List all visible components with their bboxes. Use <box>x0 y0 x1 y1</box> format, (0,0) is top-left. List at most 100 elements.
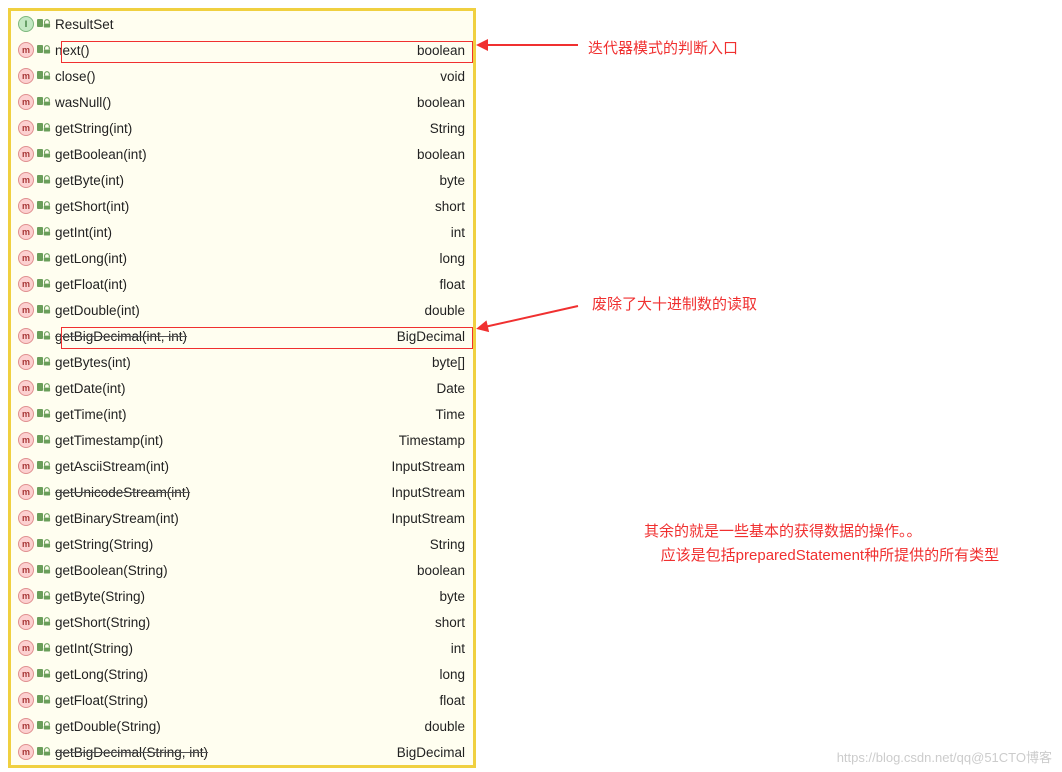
method-icon: m <box>17 145 35 163</box>
visibility-icon <box>37 123 51 133</box>
return-type: boolean <box>417 147 467 162</box>
return-type: int <box>451 225 467 240</box>
return-type: InputStream <box>391 485 467 500</box>
method-row[interactable]: mgetFloat(String)float <box>11 687 473 713</box>
method-name: getFloat(String) <box>55 693 148 708</box>
method-name: getBinaryStream(int) <box>55 511 179 526</box>
return-type: long <box>439 251 467 266</box>
visibility-icon <box>37 513 51 523</box>
method-name: getString(int) <box>55 121 132 136</box>
return-type: Time <box>436 407 468 422</box>
method-name: getShort(String) <box>55 615 150 630</box>
method-row[interactable]: mgetBytes(int)byte[] <box>11 349 473 375</box>
method-icon: m <box>17 379 35 397</box>
method-row[interactable]: m getShort(String) short <box>11 609 473 635</box>
method-row[interactable]: mclose()void <box>11 63 473 89</box>
method-name: getBytes(int) <box>55 355 131 370</box>
visibility-icon <box>37 617 51 627</box>
visibility-icon <box>37 149 51 159</box>
return-type: Date <box>436 381 467 396</box>
return-type: String <box>430 537 467 552</box>
method-name: getString(String) <box>55 537 153 552</box>
visibility-icon <box>37 747 51 757</box>
method-row[interactable]: mwasNull()boolean <box>11 89 473 115</box>
return-type: byte <box>439 173 467 188</box>
method-icon: m <box>17 613 35 631</box>
visibility-icon <box>37 201 51 211</box>
return-type: Timestamp <box>399 433 467 448</box>
method-row[interactable]: mgetDouble(int)double <box>11 297 473 323</box>
method-row[interactable]: mgetShort(int)short <box>11 193 473 219</box>
visibility-icon <box>37 279 51 289</box>
interface-row[interactable]: I ResultSet <box>11 11 473 37</box>
method-icon: m <box>17 171 35 189</box>
method-row[interactable]: mgetBoolean(String)boolean <box>11 557 473 583</box>
method-row[interactable]: m getTime(int) Time <box>11 401 473 427</box>
return-type: float <box>439 693 467 708</box>
return-type: double <box>424 303 467 318</box>
method-name: getTime(int) <box>55 407 127 422</box>
method-name: getBigDecimal(int, int) <box>55 329 187 344</box>
method-row[interactable]: mgetBigDecimal(int, int)BigDecimal <box>11 323 473 349</box>
method-row[interactable]: mgetBinaryStream(int)InputStream <box>11 505 473 531</box>
visibility-icon <box>37 97 51 107</box>
visibility-icon <box>37 539 51 549</box>
method-icon: m <box>17 405 35 423</box>
method-row[interactable]: mgetInt(int)int <box>11 219 473 245</box>
method-row[interactable]: mgetDouble(String)double <box>11 713 473 739</box>
return-type: float <box>439 277 467 292</box>
visibility-icon <box>37 643 51 653</box>
structure-panel[interactable]: I ResultSet mnext()booleanmclose()voidmw… <box>8 8 476 768</box>
return-type: long <box>439 667 467 682</box>
visibility-icon <box>37 175 51 185</box>
method-row[interactable]: m getLong(int) long <box>11 245 473 271</box>
method-name: getLong(int) <box>55 251 127 266</box>
method-name: wasNull() <box>55 95 111 110</box>
visibility-icon <box>37 695 51 705</box>
method-icon: m <box>17 249 35 267</box>
method-row[interactable]: mgetAsciiStream(int)InputStream <box>11 453 473 479</box>
visibility-icon <box>37 19 51 29</box>
method-icon: m <box>17 561 35 579</box>
visibility-icon <box>37 305 51 315</box>
return-type: String <box>430 121 467 136</box>
arrow-2 <box>470 296 585 336</box>
method-row[interactable]: mgetDate(int)Date <box>11 375 473 401</box>
visibility-icon <box>37 331 51 341</box>
method-icon: m <box>17 353 35 371</box>
method-row[interactable]: m getTimestamp(int) Timestamp <box>11 427 473 453</box>
method-row[interactable]: mgetString(int)String <box>11 115 473 141</box>
method-icon: m <box>17 41 35 59</box>
method-icon: m <box>17 431 35 449</box>
method-name: getLong(String) <box>55 667 148 682</box>
method-row[interactable]: mgetBigDecimal(String, int)BigDecimal <box>11 739 473 765</box>
method-name: getTimestamp(int) <box>55 433 163 448</box>
method-row[interactable]: mgetInt(String)int <box>11 635 473 661</box>
method-row[interactable]: mgetByte(String)byte <box>11 583 473 609</box>
method-name: getByte(int) <box>55 173 124 188</box>
method-name: getByte(String) <box>55 589 145 604</box>
return-type: short <box>435 615 467 630</box>
method-icon: m <box>17 327 35 345</box>
method-row[interactable]: m getByte(int) byte <box>11 167 473 193</box>
method-row[interactable]: mgetBoolean(int)boolean <box>11 141 473 167</box>
visibility-icon <box>37 669 51 679</box>
method-icon: m <box>17 535 35 553</box>
visibility-icon <box>37 357 51 367</box>
method-row[interactable]: mgetFloat(int)float <box>11 271 473 297</box>
visibility-icon <box>37 253 51 263</box>
return-type: boolean <box>417 95 467 110</box>
method-row[interactable]: mgetLong(String)long <box>11 661 473 687</box>
method-name: getAsciiStream(int) <box>55 459 169 474</box>
method-icon: m <box>17 223 35 241</box>
interface-name: ResultSet <box>55 17 114 32</box>
method-row[interactable]: m getString(String) String <box>11 531 473 557</box>
return-type: int <box>451 641 467 656</box>
method-row[interactable]: mnext()boolean <box>11 37 473 63</box>
visibility-icon <box>37 461 51 471</box>
method-icon: m <box>17 197 35 215</box>
method-name: getShort(int) <box>55 199 129 214</box>
method-row[interactable]: mgetUnicodeStream(int)InputStream <box>11 479 473 505</box>
return-type: byte <box>439 589 467 604</box>
method-icon: m <box>17 67 35 85</box>
